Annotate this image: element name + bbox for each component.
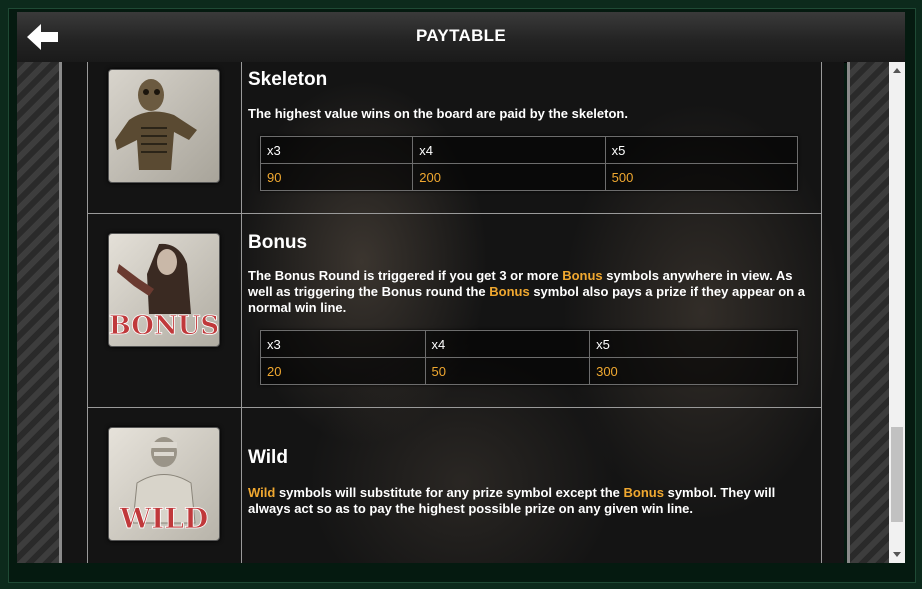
pay-value-row: 90 200 500 [259,163,799,191]
pay-header-cell: x3 [260,330,426,358]
page-title: PAYTABLE [416,26,506,45]
scroll-down-arrow-icon[interactable] [893,552,901,557]
desc-highlight: Bonus [489,284,530,299]
symbol-image-cell [88,62,242,213]
pay-header-row: x3 x4 x5 [260,330,798,358]
symbol-description: The highest value wins on the board are … [248,106,628,121]
header-bar: PAYTABLE [17,12,905,63]
desc-text: symbols will substitute for any prize sy… [275,485,624,500]
pay-value-cell: 300 [589,357,798,385]
symbol-image-cell: BONUS [88,214,242,407]
pay-value-cell: 20 [260,357,426,385]
symbol-row-wild: WILD Wild Wild symbols will substitute f… [87,408,822,563]
desc-highlight: Wild [248,485,276,500]
pay-header-cell: x3 [259,136,414,164]
pay-value-cell: 200 [412,163,606,191]
bonus-symbol-image: BONUS [108,233,220,347]
left-side-panel [17,62,62,563]
symbol-info: Skeleton The highest value wins on the b… [248,62,817,213]
symbol-row-bonus: BONUS Bonus The Bonus Round is triggered… [87,214,822,408]
symbol-info: Bonus The Bonus Round is triggered if yo… [248,214,817,407]
symbol-title: Bonus [248,232,308,253]
pay-header-cell: x4 [424,330,591,358]
symbol-description: The Bonus Round is triggered if you get … [248,268,817,316]
paytable-skeleton: x3 x4 x5 90 200 500 [259,136,799,191]
scrollbar-thumb[interactable] [891,427,903,522]
symbol-info: Wild Wild symbols will substitute for an… [248,408,817,563]
desc-highlight: Bonus [623,485,664,500]
pay-value-row: 20 50 300 [260,357,798,385]
symbol-image-cell: WILD [88,408,242,563]
pay-value-cell: 90 [259,163,414,191]
paytable-content: Skeleton The highest value wins on the b… [62,62,844,563]
symbol-row-skeleton: Skeleton The highest value wins on the b… [87,62,822,214]
pay-header-cell: x5 [604,136,799,164]
symbol-title: Wild [248,447,288,468]
paytable-bonus: x3 x4 x5 20 50 300 [260,330,798,385]
symbol-title: Skeleton [248,69,328,90]
desc-highlight: Bonus [562,268,603,283]
desc-text: The Bonus Round is triggered if you get … [248,268,563,283]
right-side-panel [847,62,892,563]
vertical-scrollbar[interactable] [889,62,905,563]
scroll-up-arrow-icon[interactable] [893,68,901,73]
bonus-logo-text: BONUS [109,311,219,341]
skeleton-symbol-image [108,69,220,183]
pay-header-cell: x4 [412,136,606,164]
pay-header-row: x3 x4 x5 [259,136,799,164]
pay-value-cell: 500 [604,163,799,191]
wild-symbol-image: WILD [108,427,220,541]
wild-logo-text: WILD [119,502,209,535]
symbol-description: Wild symbols will substitute for any pri… [248,485,817,517]
pay-value-cell: 50 [424,357,591,385]
pay-header-cell: x5 [589,330,798,358]
